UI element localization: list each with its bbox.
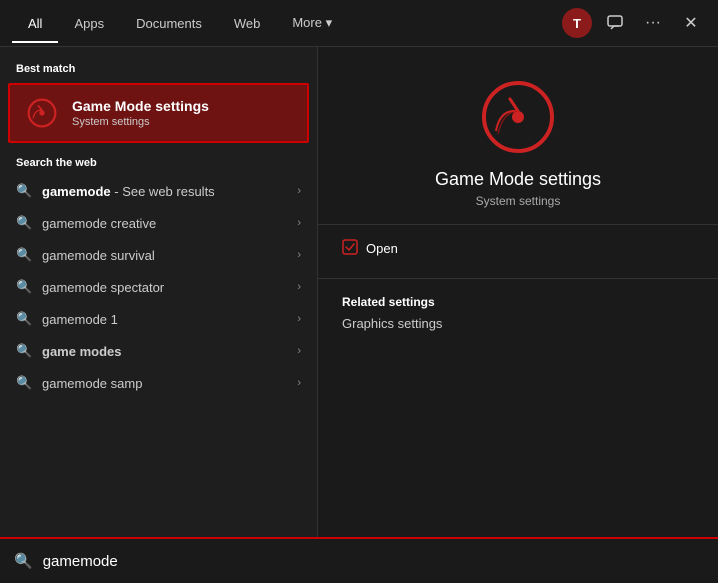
best-match-label: Best match [0,59,317,81]
search-icon-1: 🔍 [16,215,32,231]
related-settings-label: Related settings [318,289,718,313]
search-bar: 🔍 [0,537,718,583]
search-icon-2: 🔍 [16,247,32,263]
search-result-6[interactable]: 🔍 gamemode samp › [0,367,317,399]
best-match-text: Game Mode settings System settings [72,98,293,128]
search-bar-icon: 🔍 [14,552,33,570]
right-title: Game Mode settings [435,169,601,190]
search-text-2: gamemode survival [42,248,287,263]
search-icon-4: 🔍 [16,311,32,327]
search-input[interactable] [43,553,704,570]
search-result-0[interactable]: 🔍 gamemode - See web results › [0,175,317,207]
open-label: Open [366,241,398,256]
divider [318,224,718,225]
tab-web[interactable]: Web [218,4,277,43]
chevron-2: › [297,249,301,261]
right-subtitle: System settings [476,194,561,208]
header: All Apps Documents Web More ▾ T ··· ✕ [0,0,718,47]
open-icon [342,239,358,258]
search-icon-5: 🔍 [16,343,32,359]
right-panel: Game Mode settings System settings Open … [318,47,718,537]
chevron-4: › [297,313,301,325]
right-icon-area [478,47,558,169]
search-result-3[interactable]: 🔍 gamemode spectator › [0,271,317,303]
search-text-4: gamemode 1 [42,312,287,327]
chevron-5: › [297,345,301,357]
search-web-label: Search the web [0,153,317,175]
left-panel: Best match Game Mode settings System set… [0,47,318,537]
chevron-6: › [297,377,301,389]
feedback-icon[interactable] [600,8,630,38]
search-text-0: gamemode - See web results [42,184,287,199]
search-result-5[interactable]: 🔍 game modes › [0,335,317,367]
header-actions: T ··· ✕ [562,8,706,38]
search-result-2[interactable]: 🔍 gamemode survival › [0,239,317,271]
main-content: Best match Game Mode settings System set… [0,47,718,537]
best-match-title: Game Mode settings [72,98,293,114]
close-icon[interactable]: ✕ [676,8,706,38]
search-icon-0: 🔍 [16,183,32,199]
tab-more[interactable]: More ▾ [276,3,348,43]
divider-2 [318,278,718,279]
search-text-5: game modes [42,344,287,359]
search-text-3: gamemode spectator [42,280,287,295]
search-result-1[interactable]: 🔍 gamemode creative › [0,207,317,239]
graphics-settings-link[interactable]: Graphics settings [318,313,718,334]
more-options-icon[interactable]: ··· [638,8,668,38]
search-text-6: gamemode samp [42,376,287,391]
tab-apps[interactable]: Apps [58,4,120,43]
best-match-icon [24,95,60,131]
chevron-1: › [297,217,301,229]
best-match-subtitle: System settings [72,116,293,128]
chevron-3: › [297,281,301,293]
nav-tabs: All Apps Documents Web More ▾ [12,3,562,43]
best-match-item[interactable]: Game Mode settings System settings [8,83,309,143]
search-result-4[interactable]: 🔍 gamemode 1 › [0,303,317,335]
open-action[interactable]: Open [318,235,718,262]
tab-documents[interactable]: Documents [120,4,218,43]
user-avatar[interactable]: T [562,8,592,38]
tab-all[interactable]: All [12,4,58,43]
search-text-1: gamemode creative [42,216,287,231]
chevron-0: › [297,185,301,197]
search-icon-3: 🔍 [16,279,32,295]
search-icon-6: 🔍 [16,375,32,391]
